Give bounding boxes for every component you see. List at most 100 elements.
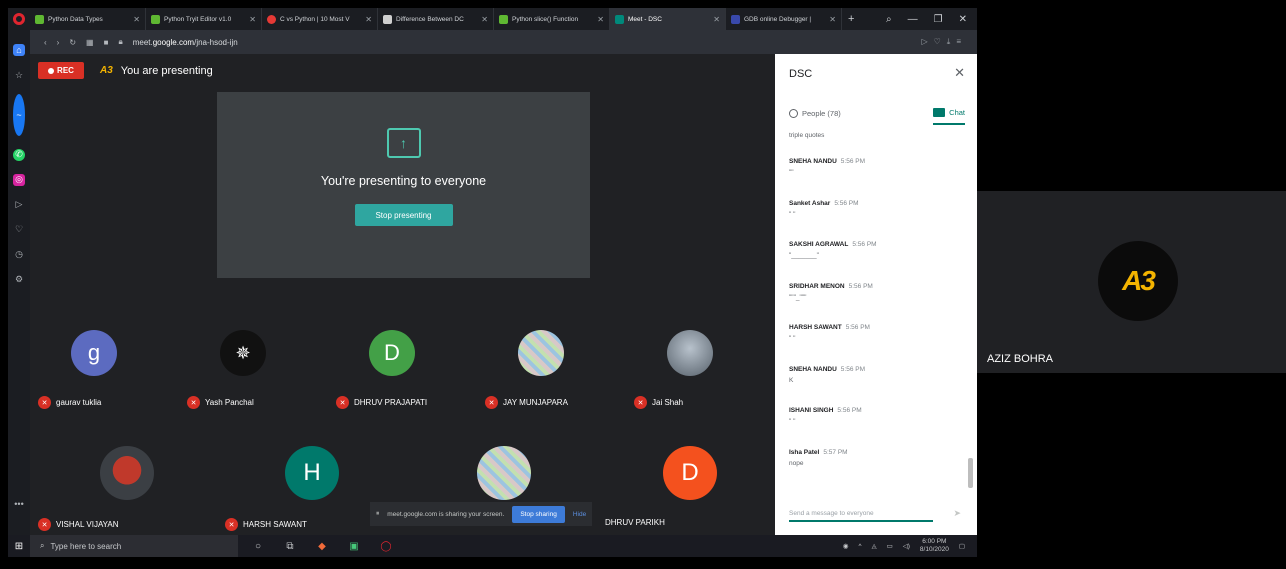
opera-sidebar: ⌂ ☆ ~ ✆ ◎ ▷ ♡ ◷ ⚙ ••• [8,30,30,535]
reload-icon[interactable]: ↻ [69,38,76,47]
send-icon[interactable]: ➤ [953,508,961,519]
lock-icon: 🔒︎ [118,37,123,46]
close-icon[interactable]: ✕ [365,15,372,24]
tab-favicon-icon [383,14,392,24]
tab-chat[interactable]: Chat [933,108,965,125]
participant-tile[interactable]: g ✕ gaurav tuklia [38,330,148,420]
windows-start-icon[interactable]: ⊞ [8,541,30,552]
dsc-logo: A3 [100,65,113,76]
player-icon[interactable]: ▷ [13,199,25,211]
camera-icon[interactable]: ■ [104,38,109,47]
chat-message-header: SNEHA NANDU 5:56 PM [789,158,866,165]
participant-tile[interactable]: ✕ VISHAL VIJAYAN [38,446,154,536]
photos-icon[interactable]: ▣ [342,541,366,552]
heart-icon[interactable]: ♡ [13,224,25,236]
mic-off-icon: ✕ [225,518,238,531]
chevron-up-icon[interactable]: ^ [859,543,862,550]
meet-stage: REC A3 You are presenting ↑ You're prese… [30,54,775,535]
speed-dial-icon[interactable]: ▦ [86,38,94,47]
presenting-header: A3 You are presenting [100,62,213,79]
participant-name: ✕ Jai Shah [634,396,683,409]
participant-tile[interactable]: ✵ ✕ Yash Panchal [187,330,297,420]
browser-tab[interactable]: Python slice() Function ✕ [494,8,610,30]
stop-presenting-button[interactable]: Stop presenting [354,204,453,226]
participant-name: ✕ HARSH SAWANT [225,518,307,531]
windows-taskbar: ⊞ ⌕ Type here to search ○ ⧉ ◆ ▣ ◯ ◉ ^ ◬ … [8,535,977,557]
search-icon[interactable]: ⌕ [886,14,892,25]
close-icon[interactable]: ✕ [249,15,256,24]
close-window-icon[interactable]: ✕ [959,14,967,25]
mic-off-icon: ✕ [634,396,647,409]
search-icon: ⌕ [40,541,45,550]
window-controls: ⌕ — ❐ ✕ [886,14,977,25]
volume-icon[interactable]: ◁) [903,542,910,550]
participant-tile[interactable]: ✕ Jai Shah [634,330,744,420]
participant-tile[interactable]: D ✕ DHRUV PRAJAPATI [336,330,446,420]
avatar: A3 [1098,241,1178,321]
browser-tab[interactable]: Python Data Types ✕ [30,8,146,30]
hide-button[interactable]: Hide [573,511,586,518]
mic-off-icon: ✕ [336,396,349,409]
opera-taskbar-icon[interactable]: ◯ [374,541,398,552]
participant-video-tile[interactable]: A3 AZIZ BOHRA [977,191,1286,373]
instagram-icon[interactable]: ◎ [13,173,25,186]
cast-icon[interactable]: ▷ [921,37,933,46]
minimize-icon[interactable]: — [908,14,918,25]
avatar [667,330,713,376]
forward-icon[interactable]: › [57,38,60,47]
close-icon[interactable]: ✕ [481,15,488,24]
app-tray-icon[interactable]: ◉ [843,542,849,550]
opera-logo-icon[interactable] [8,8,30,30]
chat-scrollbar[interactable] [968,458,973,488]
battery-icon[interactable]: ▭ [887,542,893,550]
browser-tab[interactable]: C vs Python | 10 Most V ✕ [262,8,378,30]
task-view-icon[interactable]: ⧉ [278,541,302,552]
close-icon[interactable]: ✕ [133,15,140,24]
chat-message: Sanket Ashar 5:56 PM " " [789,200,965,242]
messenger-icon[interactable]: ~ [13,94,25,136]
browser-tab[interactable]: Difference Between DC ✕ [378,8,494,30]
browser-tab-active[interactable]: Meet - DSC ✕ [610,8,726,30]
restore-icon[interactable]: ❐ [934,14,943,25]
browser-tab[interactable]: GDB online Debugger | ✕ [726,8,842,30]
gear-icon[interactable]: ⚙ [13,274,25,286]
participant-tile[interactable]: ✕ JAY MUNJAPARA [485,330,595,420]
history-icon[interactable]: ◷ [13,249,25,261]
star-icon[interactable]: ☆ [13,69,25,81]
participant-tile[interactable]: H ✕ HARSH SAWANT [225,446,339,536]
stop-sharing-button[interactable]: Stop sharing [512,505,565,523]
presenting-label: You are presenting [120,64,213,77]
taskbar-clock[interactable]: 6:00 PM 8/10/2020 [920,538,949,554]
avatar: D [663,446,717,500]
present-screen-icon: ↑ [386,128,421,158]
home-icon[interactable]: ⌂ [13,44,25,56]
brave-icon[interactable]: ◆ [310,541,334,552]
back-icon[interactable]: ‹ [44,38,47,47]
notifications-icon[interactable]: ▢ [959,542,965,550]
new-tab-icon[interactable]: + [842,13,860,25]
heart-icon[interactable]: ♡ [934,37,947,46]
close-icon[interactable]: ✕ [597,15,604,24]
tab-people[interactable]: People (78) [789,108,841,125]
close-icon[interactable]: ✕ [829,15,836,24]
whatsapp-icon[interactable]: ✆ [13,148,25,161]
network-icon[interactable]: ◬ [872,542,877,550]
close-icon[interactable]: ✕ [954,65,965,81]
chat-message: SNEHA NANDU 5:56 PM K [789,366,965,408]
address-bar: ‹ › ↻ ▦ ■ 🔒︎ meet.google.com/jna-hsod-ij… [30,30,977,54]
more-icon[interactable]: ••• [14,499,23,509]
chat-message-input[interactable]: Send a message to everyone [789,510,933,522]
cortana-icon[interactable]: ○ [246,541,270,552]
download-icon[interactable]: ⤓ [947,37,957,46]
close-icon[interactable]: ✕ [713,15,720,24]
browser-tab[interactable]: Python Tryit Editor v1.0 ✕ [146,8,262,30]
chat-message: SAKSHI AGRAWAL 5:56 PM "_______" [789,241,965,283]
participant-tile[interactable]: D DHRUV PARIKH [605,446,717,536]
settings-icon[interactable]: ≡ [956,37,967,46]
url-field[interactable]: meet.google.com/jna-hsod-ijn [133,38,238,47]
participant-name: ✕ gaurav tuklia [38,396,101,409]
tab-favicon-icon [151,14,160,24]
avatar [100,446,154,500]
taskbar-search-input[interactable]: ⌕ Type here to search [30,535,238,557]
chat-message-header: SAKSHI AGRAWAL 5:56 PM [789,241,877,248]
